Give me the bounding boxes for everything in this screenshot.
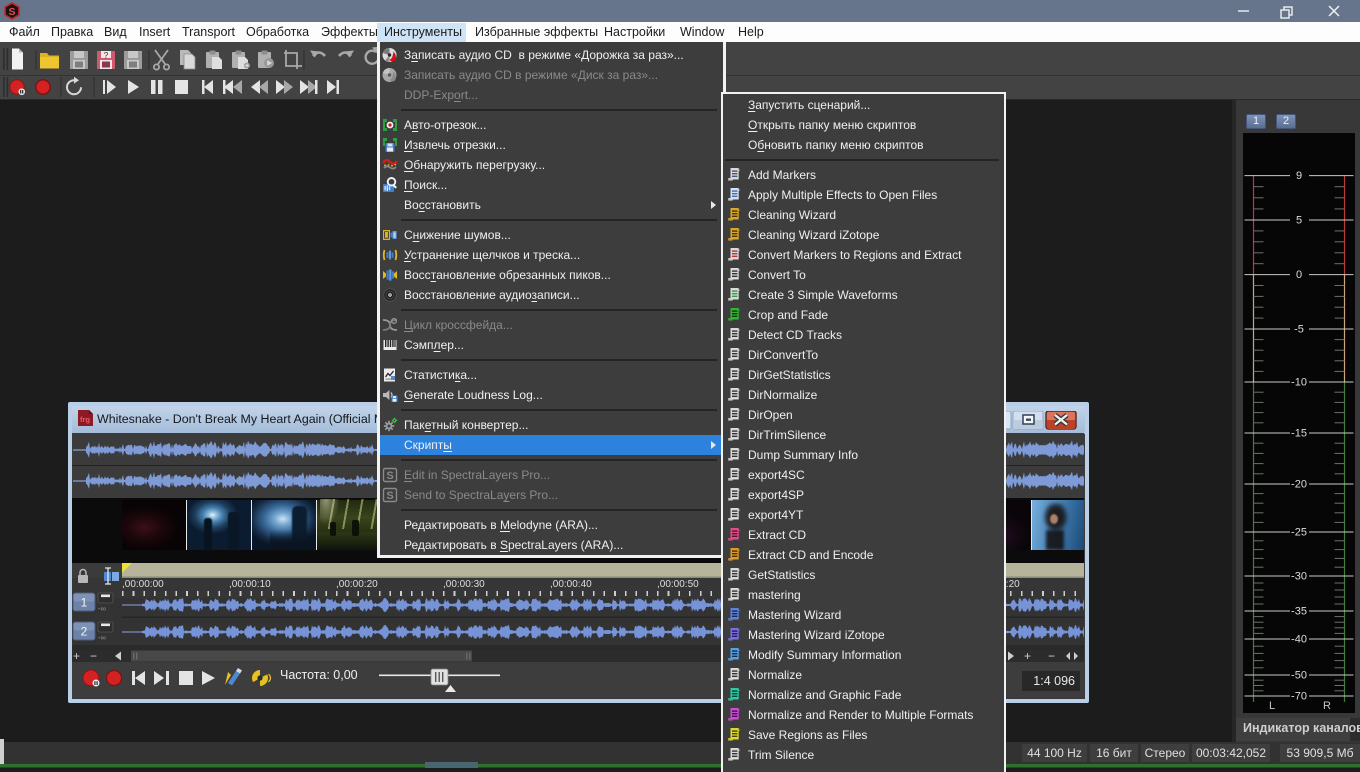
svg-text:S: S <box>386 490 393 502</box>
svg-text:?: ? <box>104 51 109 60</box>
svg-text:S: S <box>8 6 15 18</box>
svg-text:frg: frg <box>80 415 90 424</box>
svg-text:S: S <box>386 470 393 482</box>
